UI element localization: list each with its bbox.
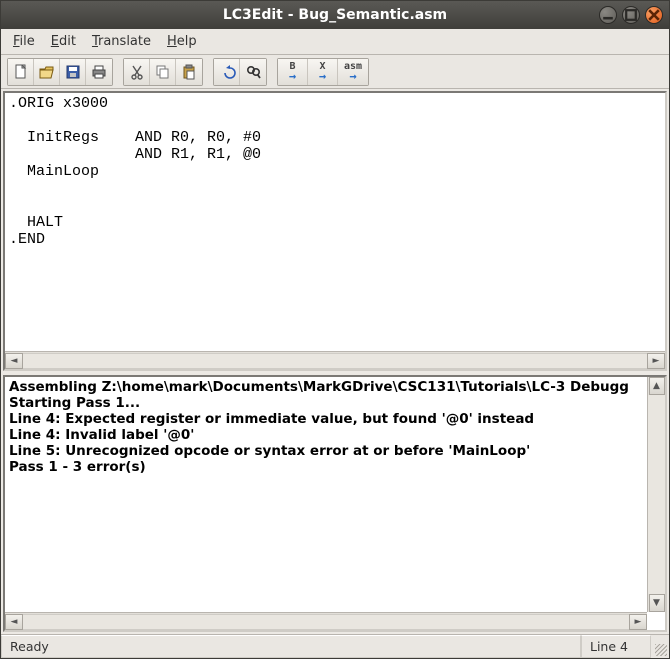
menu-edit[interactable]: Edit bbox=[45, 32, 82, 51]
code-editor[interactable]: .ORIG x3000 InitRegs AND R0, R0, #0 AND … bbox=[5, 93, 665, 351]
assemble-asm-button[interactable]: asm→ bbox=[338, 59, 368, 85]
scroll-track[interactable] bbox=[23, 614, 629, 630]
new-icon bbox=[12, 63, 30, 81]
print-icon bbox=[90, 63, 108, 81]
status-left: Ready bbox=[1, 635, 581, 658]
app-window: LC3Edit - Bug_Semantic.asm File Edit Tra… bbox=[0, 0, 670, 659]
copy-icon bbox=[154, 63, 172, 81]
window-title: LC3Edit - Bug_Semantic.asm bbox=[1, 7, 669, 23]
menu-help[interactable]: Help bbox=[161, 32, 203, 51]
assemble-b-button[interactable]: B→ bbox=[278, 59, 308, 85]
open-button[interactable] bbox=[34, 59, 60, 85]
minimize-button[interactable] bbox=[599, 6, 617, 24]
menu-file[interactable]: File bbox=[7, 32, 41, 51]
arrow-icon: → bbox=[289, 71, 296, 81]
titlebar[interactable]: LC3Edit - Bug_Semantic.asm bbox=[1, 1, 669, 29]
toolbar-group-search bbox=[213, 58, 267, 86]
output-vscrollbar[interactable]: ▲ ▼ bbox=[647, 377, 665, 612]
editor-pane: .ORIG x3000 InitRegs AND R0, R0, #0 AND … bbox=[3, 91, 667, 371]
toolbar: B→ X→ asm→ bbox=[1, 55, 669, 89]
undo-button[interactable] bbox=[214, 59, 240, 85]
assembler-output[interactable]: Assembling Z:\home\mark\Documents\MarkGD… bbox=[5, 377, 647, 612]
toolbar-group-assemble: B→ X→ asm→ bbox=[277, 58, 369, 86]
open-icon bbox=[38, 63, 56, 81]
toolbar-group-edit bbox=[123, 58, 203, 86]
cut-icon bbox=[128, 63, 146, 81]
save-icon bbox=[64, 63, 82, 81]
minimize-icon bbox=[600, 7, 616, 23]
paste-button[interactable] bbox=[176, 59, 202, 85]
new-button[interactable] bbox=[8, 59, 34, 85]
resize-grip[interactable] bbox=[651, 635, 669, 658]
save-button[interactable] bbox=[60, 59, 86, 85]
paste-icon bbox=[180, 63, 198, 81]
statusbar: Ready Line 4 bbox=[1, 634, 669, 658]
scroll-track[interactable] bbox=[648, 395, 665, 594]
window-controls bbox=[599, 6, 663, 24]
find-button[interactable] bbox=[240, 59, 266, 85]
menu-translate[interactable]: Translate bbox=[86, 32, 157, 51]
undo-icon bbox=[218, 63, 236, 81]
scroll-up-button[interactable]: ▲ bbox=[649, 377, 665, 395]
cut-button[interactable] bbox=[124, 59, 150, 85]
find-icon bbox=[244, 63, 262, 81]
assemble-x-button[interactable]: X→ bbox=[308, 59, 338, 85]
copy-button[interactable] bbox=[150, 59, 176, 85]
arrow-icon: → bbox=[349, 71, 356, 81]
print-button[interactable] bbox=[86, 59, 112, 85]
scroll-left-button[interactable]: ◄ bbox=[5, 614, 23, 630]
toolbar-group-file bbox=[7, 58, 113, 86]
arrow-icon: → bbox=[319, 71, 326, 81]
menubar: File Edit Translate Help bbox=[1, 29, 669, 55]
editor-hscrollbar[interactable]: ◄ ► bbox=[5, 351, 665, 369]
output-pane: Assembling Z:\home\mark\Documents\MarkGD… bbox=[3, 375, 667, 632]
output-hscrollbar[interactable]: ◄ ► bbox=[5, 612, 647, 630]
scroll-left-button[interactable]: ◄ bbox=[5, 353, 23, 369]
close-icon bbox=[646, 7, 662, 23]
close-button[interactable] bbox=[645, 6, 663, 24]
scroll-right-button[interactable]: ► bbox=[629, 614, 647, 630]
status-line: Line 4 bbox=[581, 635, 651, 658]
scroll-down-button[interactable]: ▼ bbox=[649, 594, 665, 612]
scroll-right-button[interactable]: ► bbox=[647, 353, 665, 369]
maximize-icon bbox=[623, 7, 639, 23]
scroll-track[interactable] bbox=[23, 353, 647, 369]
maximize-button[interactable] bbox=[622, 6, 640, 24]
